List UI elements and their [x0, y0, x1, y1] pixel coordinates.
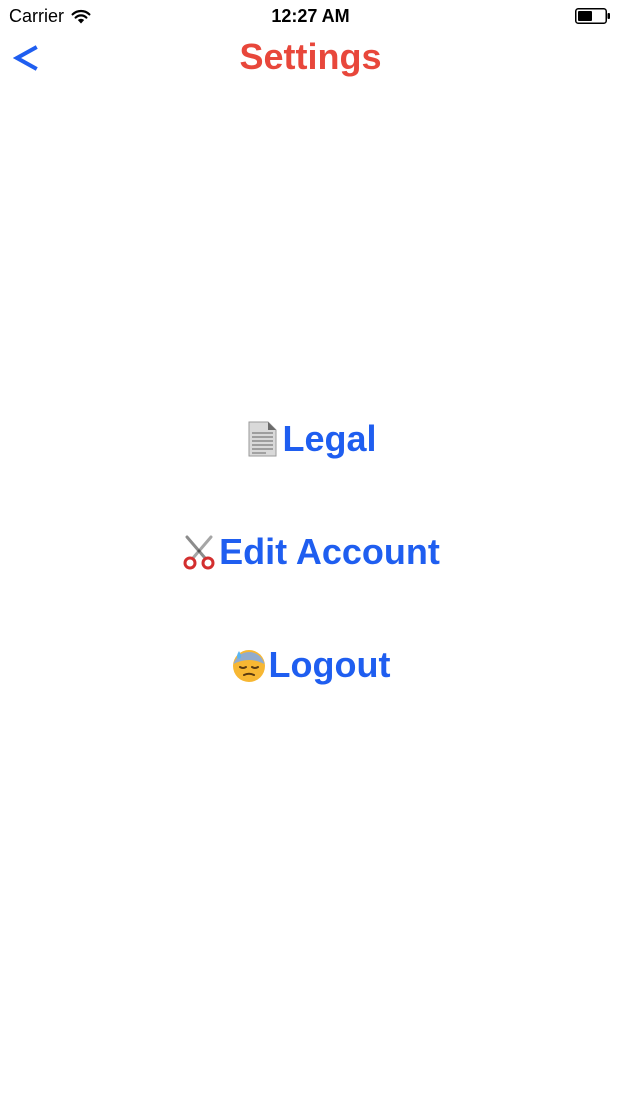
- battery-icon: [575, 8, 610, 24]
- menu-item-logout[interactable]: Logout: [0, 636, 621, 694]
- status-time: 12:27 AM: [271, 6, 350, 26]
- menu-item-edit-account[interactable]: Edit Account: [0, 523, 621, 581]
- menu-item-label: Legal: [282, 418, 377, 459]
- menu-item-label: Logout: [268, 644, 391, 685]
- downcast-sweat-face-icon: [232, 650, 265, 682]
- menu-item-label: Edit Account: [219, 531, 440, 572]
- settings-menu: Legal Edit Account Logout: [0, 410, 621, 749]
- document-icon: [248, 421, 277, 457]
- menu-item-legal[interactable]: Legal: [0, 410, 621, 468]
- scissors-icon: [183, 535, 215, 570]
- status-bar: Carrier 12:27 AM: [0, 0, 621, 32]
- page-title: Settings: [239, 36, 382, 77]
- nav-bar: Settings: [0, 32, 621, 84]
